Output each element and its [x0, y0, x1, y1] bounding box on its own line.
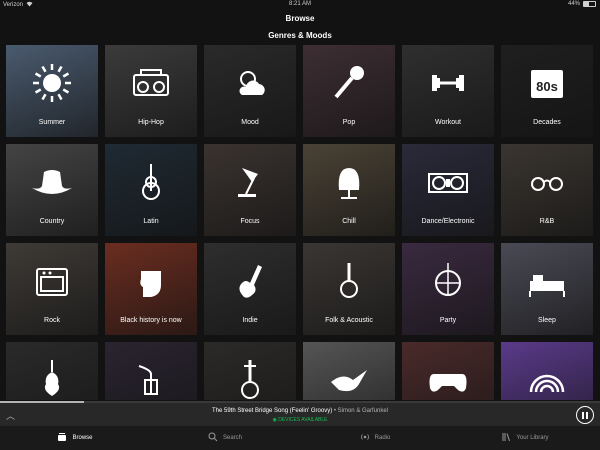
tab-label: Radio — [374, 435, 391, 441]
genre-tile-trumpet[interactable] — [105, 342, 197, 400]
library-icon — [501, 432, 511, 444]
genre-tile-focus[interactable]: Focus — [204, 144, 296, 236]
track-title: The 59th Street Bridge Song (Feelin' Gro… — [211, 408, 333, 414]
guitar-icon — [105, 158, 197, 206]
genre-grid: Summer Hip-Hop Mood Pop Workout 80s Decades Cou… — [6, 45, 596, 400]
genre-label: Mood — [241, 119, 259, 126]
genre-label: R&B — [539, 218, 555, 225]
genre-tile-decades[interactable]: 80s Decades — [501, 45, 593, 137]
amplifier-icon — [6, 257, 98, 305]
dumbbell-icon — [402, 59, 494, 107]
violin-icon — [6, 356, 98, 400]
pause-button[interactable] — [576, 406, 594, 424]
genre-tile-sitar[interactable] — [204, 342, 296, 400]
sitar-icon — [204, 356, 296, 400]
genre-label: Party — [439, 317, 457, 324]
desk-lamp-icon — [204, 158, 296, 206]
genre-tile-sleep[interactable]: Sleep — [501, 243, 593, 335]
battery-percent: 44% — [567, 1, 580, 7]
track-artist: Simon & Garfunkel — [337, 408, 388, 414]
genre-tile-r-b[interactable]: R&B — [501, 144, 593, 236]
genre-label: Chill — [342, 218, 356, 225]
microphone-icon — [303, 59, 395, 107]
genre-tile-dove[interactable] — [303, 342, 395, 400]
genre-label: Decades — [533, 119, 561, 126]
tab-your-library[interactable]: Your Library — [450, 426, 600, 450]
genre-label: Latin — [143, 218, 159, 225]
status-time: 8:21 AM — [288, 1, 311, 7]
genre-tile-workout[interactable]: Workout — [402, 45, 494, 137]
tab-browse[interactable]: Browse — [0, 426, 150, 450]
80s-calendar-icon: 80s — [501, 59, 593, 107]
genre-label: Indie — [242, 317, 258, 324]
svg-text:80s: 80s — [536, 79, 558, 94]
genre-tile-country[interactable]: Country — [6, 144, 98, 236]
trumpet-icon — [105, 356, 197, 400]
dove-icon — [303, 356, 395, 400]
genre-label: Dance/Electronic — [421, 218, 475, 225]
genre-tile-mood[interactable]: Mood — [204, 45, 296, 137]
sunglasses-icon — [501, 158, 593, 206]
boombox-icon — [105, 59, 197, 107]
battery-icon — [583, 1, 596, 7]
cowboy-hat-icon — [6, 158, 98, 206]
genre-label: Pop — [342, 119, 356, 126]
genre-tile-black-history-is-now[interactable]: Black history is now — [105, 243, 197, 335]
tab-bar: Browse Search Radio Your Library — [0, 426, 600, 450]
tab-search[interactable]: Search — [150, 426, 300, 450]
banjo-icon — [303, 257, 395, 305]
electric-guitar-icon — [204, 257, 296, 305]
disco-ball-icon — [402, 257, 494, 305]
genre-tile-indie[interactable]: Indie — [204, 243, 296, 335]
genre-tile-summer[interactable]: Summer — [6, 45, 98, 137]
browse-icon — [57, 432, 67, 444]
genre-tile-chill[interactable]: Chill — [303, 144, 395, 236]
genre-tile-violin[interactable] — [6, 342, 98, 400]
egg-chair-icon — [303, 158, 395, 206]
radio-icon — [360, 432, 370, 444]
genre-label: Summer — [38, 119, 66, 126]
genre-label: Country — [39, 218, 65, 225]
genre-tile-rock[interactable]: Rock — [6, 243, 98, 335]
playback-progress — [0, 401, 84, 403]
genre-tile-folk-acoustic[interactable]: Folk & Acoustic — [303, 243, 395, 335]
page-title: Browse — [285, 14, 315, 23]
genre-label: Hip-Hop — [138, 119, 164, 126]
gamepad-icon — [402, 356, 494, 400]
devices-available[interactable]: ◉ DEVICES AVAILABLE — [0, 417, 600, 423]
tab-label: Your Library — [516, 435, 549, 441]
genre-tile-pop[interactable]: Pop — [303, 45, 395, 137]
genre-label: Focus — [240, 218, 260, 225]
tab-label: Browse — [72, 435, 93, 441]
sun-icon — [6, 59, 98, 107]
turntables-icon — [402, 158, 494, 206]
genre-tile-gamepad[interactable] — [402, 342, 494, 400]
genre-tile-rainbow[interactable] — [501, 342, 593, 400]
genre-tile-hip-hop[interactable]: Hip-Hop — [105, 45, 197, 137]
raised-fist-icon — [105, 257, 197, 305]
genre-label: Sleep — [538, 317, 556, 324]
genre-label: Black history is now — [120, 317, 182, 324]
genre-tile-latin[interactable]: Latin — [105, 144, 197, 236]
sun-cloud-icon — [204, 59, 296, 107]
tab-label: Search — [222, 435, 242, 441]
now-playing-line: The 59th Street Bridge Song (Feelin' Gro… — [0, 408, 600, 414]
mini-player[interactable]: ︿ The 59th Street Bridge Song (Feelin' G… — [0, 401, 600, 426]
rainbow-icon — [501, 356, 593, 400]
status-bar: Verizon 8:21 AM 44% — [0, 0, 600, 10]
genre-label: Rock — [44, 317, 60, 324]
tab-radio[interactable]: Radio — [300, 426, 450, 450]
bed-icon — [501, 257, 593, 305]
genre-label: Workout — [435, 119, 461, 126]
genre-tile-dance-electronic[interactable]: Dance/Electronic — [402, 144, 494, 236]
section-title: Genres & Moods — [268, 31, 332, 40]
search-icon — [208, 432, 218, 444]
genre-label: Folk & Acoustic — [325, 317, 373, 324]
genre-tile-party[interactable]: Party — [402, 243, 494, 335]
